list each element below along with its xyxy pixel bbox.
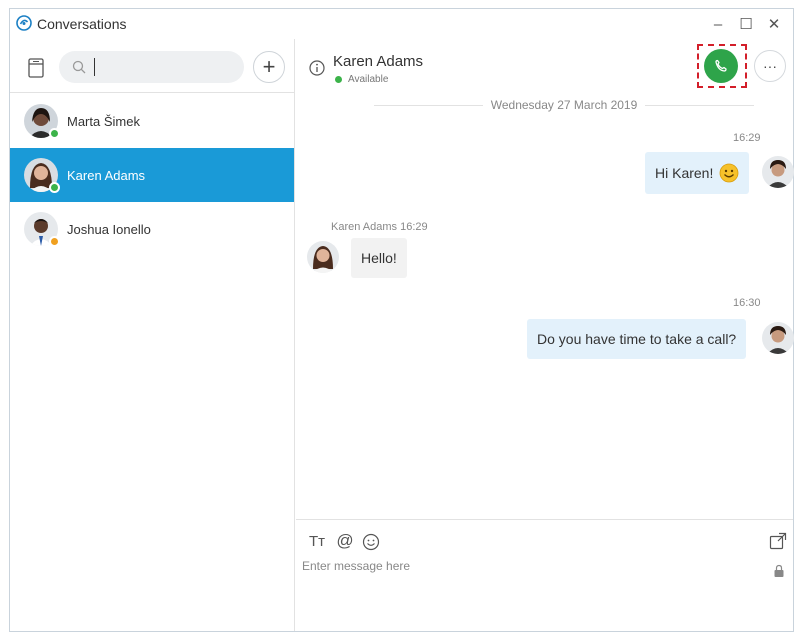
text-format-icon[interactable]: Tт xyxy=(306,530,328,552)
message-sender-meta: Karen Adams 16:29 xyxy=(331,221,428,233)
presence-available-icon xyxy=(335,76,342,83)
message-timestamp: 16:30 xyxy=(733,297,761,309)
message-text: Do you have time to take a call? xyxy=(537,331,737,347)
sidebar-header: + xyxy=(10,39,294,93)
chat-header: Karen Adams Available ··· xyxy=(296,39,793,93)
message-input[interactable] xyxy=(302,556,742,576)
conversation-name: Karen Adams xyxy=(67,167,146,183)
info-icon[interactable] xyxy=(309,60,325,76)
lock-icon xyxy=(774,564,784,577)
smiley-face-icon xyxy=(719,163,739,183)
avatar xyxy=(24,104,60,139)
date-label: Wednesday 27 March 2019 xyxy=(490,98,638,112)
conversation-name: Joshua Ionello xyxy=(67,221,151,237)
title-bar: Conversations – ☐ ✕ xyxy=(10,9,793,39)
message-bubble-outgoing[interactable]: Hi Karen! xyxy=(645,152,750,194)
notebook-icon[interactable] xyxy=(28,58,44,78)
close-button[interactable]: ✕ xyxy=(763,13,785,35)
mention-icon[interactable]: @ xyxy=(334,530,356,552)
sidebar: + Marta Šimek Karen Adams Joshua Ionello xyxy=(10,39,295,631)
message-bubble-incoming[interactable]: Hello! xyxy=(351,238,407,278)
conversation-name: Marta Šimek xyxy=(67,113,140,129)
app-logo-icon xyxy=(16,15,32,31)
phone-icon xyxy=(715,59,727,72)
conversation-list: Marta Šimek Karen Adams Joshua Ionello xyxy=(10,94,294,256)
presence-available-icon xyxy=(49,182,60,193)
presence-available-icon xyxy=(49,128,60,139)
emoji-icon[interactable] xyxy=(362,533,380,551)
message-text: Hello! xyxy=(361,250,397,266)
avatar xyxy=(24,212,60,247)
compose-area: Tт @ xyxy=(296,519,793,631)
minimize-button[interactable]: – xyxy=(707,13,729,35)
search-input[interactable] xyxy=(93,57,233,77)
conversation-item-joshua-ionello[interactable]: Joshua Ionello xyxy=(10,202,294,256)
message-text: Hi Karen! xyxy=(655,165,714,181)
contact-avatar xyxy=(307,241,339,273)
conversation-item-karen-adams[interactable]: Karen Adams xyxy=(10,148,294,202)
message-timestamp: 16:29 xyxy=(733,132,761,144)
date-divider: Wednesday 27 March 2019 xyxy=(374,97,755,113)
sender-name: Karen Adams xyxy=(331,221,398,233)
my-avatar xyxy=(762,156,794,188)
window-title: Conversations xyxy=(37,16,127,32)
text-cursor xyxy=(94,58,95,76)
search-box[interactable] xyxy=(59,51,244,83)
contact-name: Karen Adams xyxy=(333,53,424,70)
avatar xyxy=(24,158,60,193)
conversations-window: Conversations – ☐ ✕ + Marta Šimek Karen … xyxy=(9,8,794,632)
chat-pane: Karen Adams Available ··· Wednesday 27 M… xyxy=(296,39,794,631)
maximize-button[interactable]: ☐ xyxy=(735,13,757,35)
message-bubble-outgoing[interactable]: Do you have time to take a call? xyxy=(527,319,747,359)
presence-away-icon xyxy=(49,236,60,247)
add-conversation-button[interactable]: + xyxy=(253,51,285,83)
presence-status: Available xyxy=(348,74,389,85)
expand-icon[interactable] xyxy=(769,532,787,550)
message-timestamp: 16:29 xyxy=(400,221,428,233)
conversation-item-marta-simek[interactable]: Marta Šimek xyxy=(10,94,294,148)
my-avatar xyxy=(762,322,794,354)
call-button[interactable] xyxy=(704,49,738,83)
search-icon xyxy=(72,60,86,74)
more-options-button[interactable]: ··· xyxy=(754,50,786,82)
